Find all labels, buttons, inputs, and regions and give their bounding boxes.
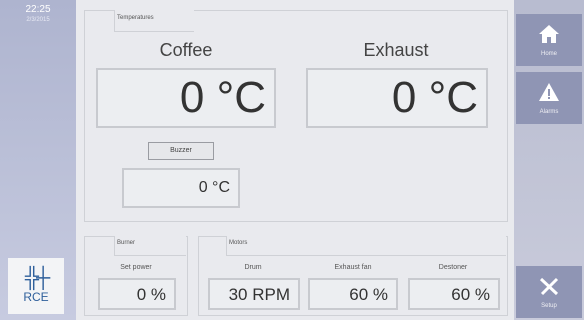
setup-button[interactable]: Setup <box>516 266 582 318</box>
clock: 22:25 2/3/2015 <box>0 4 76 26</box>
burner-label: Burner <box>114 236 186 256</box>
set-power-label: Set power <box>120 264 152 271</box>
setup-label: Setup <box>541 302 557 309</box>
left-rail: 22:25 2/3/2015 ╬┼ RCE <box>0 0 76 320</box>
alarms-label: Alarms <box>539 108 559 115</box>
destoner-readout: 60 % <box>408 278 500 310</box>
right-rail: Home Alarms Setup <box>514 0 584 320</box>
logo-text: RCE <box>23 290 49 304</box>
home-label: Home <box>540 50 557 57</box>
coffee-title: Coffee <box>159 40 213 60</box>
warning-icon <box>538 82 560 107</box>
buzzer-button[interactable]: Buzzer <box>148 142 214 160</box>
logo-mark: ╬┼ <box>24 267 50 289</box>
alarms-button[interactable]: Alarms <box>516 72 582 124</box>
motors-label: Motors <box>226 236 506 256</box>
set-power-readout: 0 % <box>98 278 176 310</box>
exhaust-fan-label: Exhaust fan <box>334 264 372 271</box>
rce-logo: ╬┼ RCE <box>8 258 64 314</box>
exhaust-title: Exhaust <box>363 40 429 60</box>
temperatures-label: Temperatures <box>114 10 194 32</box>
buzzer-temperature-readout: 0 °C <box>122 168 240 208</box>
exhaust-fan-readout: 60 % <box>308 278 398 310</box>
drum-readout: 30 RPM <box>208 278 300 310</box>
exhaust-temperature-readout: 0 °C <box>306 68 488 128</box>
tools-icon <box>538 276 560 301</box>
main-panel: Temperatures Coffee 0 °C Exhaust 0 °C Bu… <box>76 0 514 320</box>
clock-date: 2/3/2015 <box>26 17 50 23</box>
clock-time: 22:25 <box>25 4 51 15</box>
home-button[interactable]: Home <box>516 14 582 66</box>
coffee-temperature-readout: 0 °C <box>96 68 276 128</box>
drum-label: Drum <box>244 264 262 271</box>
destoner-label: Destoner <box>438 264 468 271</box>
home-icon <box>538 24 560 49</box>
